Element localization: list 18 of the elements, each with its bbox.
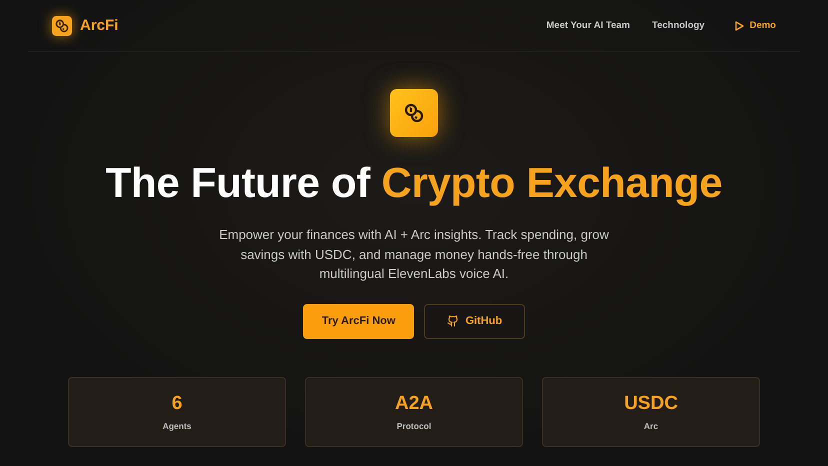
nav-link[interactable]: Meet Your AI Team [546, 20, 630, 31]
try-now-button[interactable]: Try ArcFi Now [302, 304, 414, 338]
github-icon [447, 315, 460, 327]
coins-icon [390, 89, 438, 137]
coins-logo-icon [52, 16, 72, 36]
stat-value: USDC [624, 392, 678, 414]
github-button[interactable]: GitHub [424, 304, 526, 338]
nav-link[interactable]: Technology [652, 20, 705, 31]
stat-label: Protocol [396, 420, 432, 430]
play-icon [734, 20, 744, 30]
stat-label: Agents [162, 420, 192, 430]
stat-label: Arc [644, 420, 658, 430]
hero-title: The Future of Crypto Exchange [106, 159, 722, 207]
demo-link[interactable]: Demo [734, 20, 776, 31]
hero-description: Empower your finances with AI + Arc insights. Track spending, grow savings with USDC, and manage money hands-free through multilingual ElevenLabs voice AI. [218, 226, 610, 283]
stat-value: A2A [394, 392, 433, 414]
stat-value: 6 [172, 392, 182, 414]
brand-name: ArcFi [80, 17, 118, 34]
